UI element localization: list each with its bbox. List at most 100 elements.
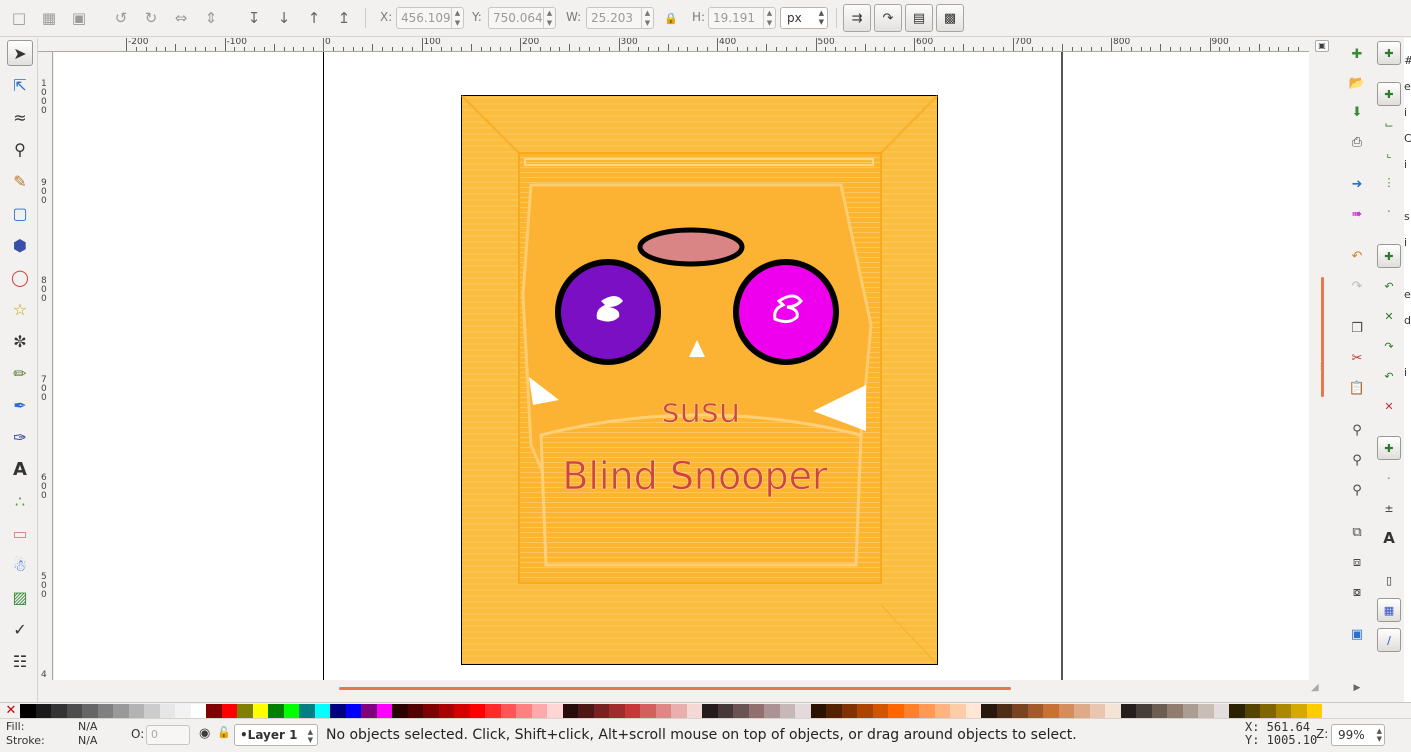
palette-swatch[interactable] [469,704,485,718]
eraser-tool[interactable]: ▭ [7,520,33,546]
pen-tool[interactable]: ✒ [7,392,33,418]
palette-swatch[interactable] [671,704,687,718]
snap-bbox-corner-icon[interactable]: ⌞ [1377,141,1401,165]
palette-swatch[interactable] [1089,704,1105,718]
palette-swatch[interactable] [934,704,950,718]
palette-swatch[interactable] [500,704,516,718]
palette-swatch[interactable] [733,704,749,718]
scale-corners-button[interactable]: ↷ [874,4,902,32]
snap-bbox-center-icon[interactable]: ⋅ [1377,199,1401,223]
paste-icon[interactable]: 📋 [1345,376,1369,400]
zoom-corner-icon[interactable]: ▣ [1315,40,1329,52]
palette-swatch[interactable] [1213,704,1229,718]
snap-enable-icon[interactable]: ✚ [1377,41,1401,65]
palette-swatch[interactable] [1043,704,1059,718]
import-icon[interactable]: ➜ [1345,172,1369,196]
tweak-tool[interactable]: ≈ [7,104,33,130]
palette-swatch[interactable] [1167,704,1183,718]
export-icon[interactable]: ➠ [1345,202,1369,226]
palette-swatch[interactable] [82,704,98,718]
palette-swatch[interactable] [268,704,284,718]
palette-swatch[interactable] [888,704,904,718]
palette-swatch[interactable] [516,704,532,718]
snap-bbox-icon[interactable]: ✚ [1377,82,1401,106]
palette-swatch[interactable] [531,704,547,718]
palette-swatch[interactable] [1260,704,1276,718]
unit-select[interactable]: px ▲ ▼ [780,7,828,29]
rotate-cw-icon[interactable]: ↻ [140,7,162,29]
palette-swatch[interactable] [996,704,1012,718]
palette-swatch[interactable] [1120,704,1136,718]
palette-swatch[interactable] [826,704,842,718]
print-icon[interactable]: ⎙ [1345,130,1369,154]
opacity-input[interactable]: 0 [146,725,190,745]
palette-swatch[interactable] [407,704,423,718]
more-commands-icon[interactable]: ▶ [1345,676,1369,700]
drawing-canvas[interactable]: susu Blind Snooper [54,52,1309,680]
palette-swatch[interactable] [717,704,733,718]
palette-swatch[interactable] [1291,704,1307,718]
rotate-ccw-icon[interactable]: ↺ [110,7,132,29]
deselect-icon[interactable]: ▣ [68,7,90,29]
flip-horizontal-icon[interactable]: ⇔ [170,7,192,29]
rectangle-tool[interactable]: ▢ [7,200,33,226]
snap-intersections-icon[interactable]: ✕ [1377,304,1401,328]
fill-value[interactable]: N/A [78,720,97,733]
palette-swatch[interactable] [113,704,129,718]
palette-swatch[interactable] [578,704,594,718]
palette-swatch[interactable] [392,704,408,718]
palette-swatch[interactable] [454,704,470,718]
stroke-value[interactable]: N/A [78,734,97,747]
calligraphy-tool[interactable]: ✑ [7,424,33,450]
palette-swatch[interactable] [764,704,780,718]
select-original-icon[interactable]: ▣ [1345,622,1369,646]
dropper-tool[interactable]: ✓ [7,616,33,642]
snap-line-midpoints-icon[interactable]: ✕ [1377,394,1401,418]
y-input[interactable]: 750.064 ▲ ▼ [488,7,556,29]
select-all-icon[interactable]: □ [8,7,30,29]
selector-tool[interactable]: ➤ [7,40,33,66]
palette-swatch[interactable] [1058,704,1074,718]
palette-swatch[interactable] [1275,704,1291,718]
palette-swatch[interactable] [1229,704,1245,718]
spray-tool[interactable]: ∴ [7,488,33,514]
spin-arrows-icon[interactable]: ▲ ▼ [641,8,653,28]
palette-swatch[interactable] [299,704,315,718]
palette-swatch[interactable] [748,704,764,718]
spin-arrows-icon[interactable]: ▲ ▼ [543,8,555,28]
palette-swatch[interactable] [919,704,935,718]
open-file-icon[interactable]: 📂 [1345,71,1369,95]
palette-swatch[interactable] [190,704,206,718]
move-patterns-button[interactable]: ▩ [936,4,964,32]
ellipse-tool[interactable]: ◯ [7,264,33,290]
snap-others-icon[interactable]: ✚ [1377,436,1401,460]
cut-icon[interactable]: ✂ [1345,346,1369,370]
node-tool[interactable]: ⇱ [7,72,33,98]
palette-swatch[interactable] [485,704,501,718]
zoom-selection-icon[interactable]: ⚲ [1345,418,1369,442]
palette-swatch[interactable] [1012,704,1028,718]
snap-cusp-nodes-icon[interactable]: ↷ [1377,334,1401,358]
snap-object-centers-icon[interactable]: ⋅ [1377,466,1401,490]
palette-swatch[interactable] [159,704,175,718]
lock-icon[interactable]: 🔒 [660,7,682,29]
palette-swatch[interactable] [66,704,82,718]
palette-swatch[interactable] [1105,704,1121,718]
palette-swatch[interactable] [640,704,656,718]
palette-swatch[interactable] [795,704,811,718]
palette-swatch[interactable] [547,704,563,718]
clone-icon[interactable]: ⧈ [1345,550,1369,574]
snap-paths-icon[interactable]: ↶ [1377,274,1401,298]
x-input[interactable]: 456.109 ▲ ▼ [396,7,464,29]
palette-swatch[interactable] [1136,704,1152,718]
connector-tool[interactable]: ☷ [7,648,33,674]
unlink-clone-icon[interactable]: ⧇ [1345,580,1369,604]
move-gradients-button[interactable]: ▤ [905,4,933,32]
paint-bucket-tool[interactable]: ☃ [7,552,33,578]
pencil-tool[interactable]: ✏ [7,360,33,386]
palette-swatch[interactable] [237,704,253,718]
snap-nodes-icon[interactable]: ✚ [1377,244,1401,268]
vertical-scroll-thumb[interactable] [1321,277,1324,397]
artwork-drawing[interactable]: susu Blind Snooper [461,95,938,665]
palette-swatch[interactable] [438,704,454,718]
